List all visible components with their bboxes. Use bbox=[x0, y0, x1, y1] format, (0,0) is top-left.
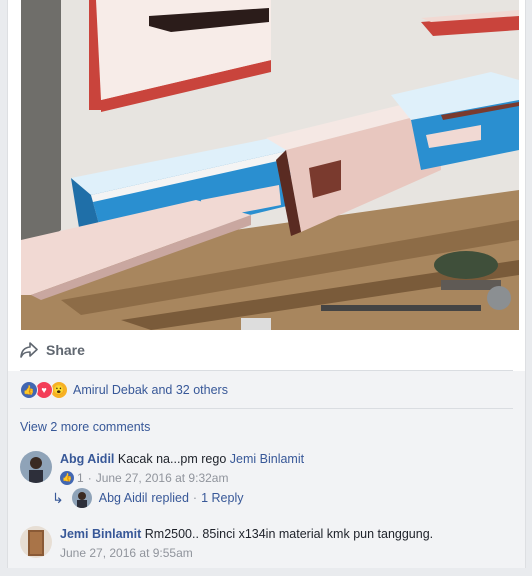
avatar[interactable] bbox=[20, 451, 52, 483]
avatar[interactable] bbox=[20, 526, 52, 558]
meta-separator: · bbox=[87, 471, 92, 485]
share-arrow-icon bbox=[20, 342, 38, 358]
reply-action[interactable]: replied bbox=[151, 491, 189, 505]
reply-arrow-icon: ↳ bbox=[52, 489, 64, 506]
post-card: Share 👍 ♥ 😮 Amirul Debak and 32 others V… bbox=[7, 0, 526, 568]
reactions-summary[interactable]: 👍 ♥ 😮 Amirul Debak and 32 others bbox=[20, 381, 228, 399]
reply-count[interactable]: 1 Reply bbox=[201, 491, 243, 505]
replies-link[interactable]: ↳ Abg Aidil replied · 1 Reply bbox=[52, 488, 243, 508]
avatar bbox=[71, 488, 92, 508]
share-label: Share bbox=[46, 342, 85, 358]
comment-author[interactable]: Abg Aidil bbox=[60, 452, 114, 466]
view-more-comments-link[interactable]: View 2 more comments bbox=[20, 420, 150, 434]
reply-author[interactable]: Abg Aidil bbox=[99, 491, 148, 505]
furniture-photo-illustration bbox=[21, 0, 519, 330]
comment-timestamp[interactable]: June 27, 2016 at 9:55am bbox=[60, 545, 193, 561]
comments-section: 👍 ♥ 😮 Amirul Debak and 32 others View 2 … bbox=[8, 371, 525, 568]
reactions-names: Amirul Debak and 32 others bbox=[73, 383, 228, 397]
share-button[interactable]: Share bbox=[20, 338, 85, 362]
comment-meta: June 27, 2016 at 9:55am bbox=[60, 545, 513, 561]
comment-item: Jemi Binlamit Rm2500.. 85inci x134in mat… bbox=[20, 526, 513, 576]
like-icon: 👍 bbox=[20, 381, 38, 399]
divider bbox=[20, 408, 513, 409]
comment-text: Rm2500.. 85inci x134in material kmk pun … bbox=[144, 527, 434, 541]
comment-like-count[interactable]: 1 bbox=[77, 470, 84, 486]
like-icon: 👍 bbox=[60, 471, 74, 485]
reply-separator: · bbox=[192, 491, 198, 505]
comment-author[interactable]: Jemi Binlamit bbox=[60, 527, 141, 541]
comment-meta: 👍 1 · June 27, 2016 at 9:32am bbox=[60, 470, 513, 486]
comment-text: Kacak na...pm rego bbox=[117, 452, 227, 466]
comment-mention[interactable]: Jemi Binlamit bbox=[230, 452, 304, 466]
comment-timestamp[interactable]: June 27, 2016 at 9:32am bbox=[96, 470, 229, 486]
post-photo[interactable] bbox=[21, 0, 519, 330]
